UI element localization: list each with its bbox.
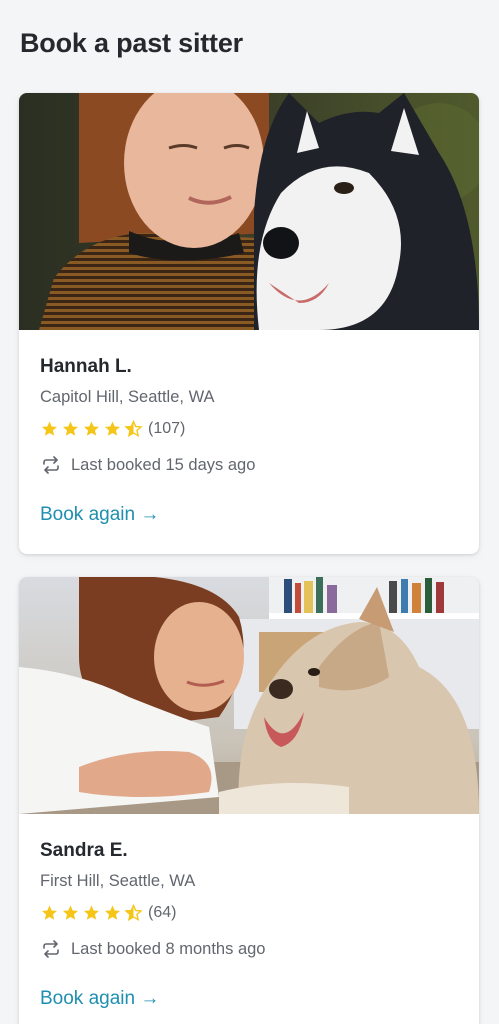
star-icon <box>42 905 57 920</box>
star-icon <box>63 905 78 920</box>
sitter-photo <box>19 93 479 330</box>
sitter-location: Capitol Hill, Seattle, WA <box>40 388 215 406</box>
book-again-link[interactable]: Book again → <box>40 988 159 1010</box>
sitter-card: Sandra E. First Hill, Seattle, WA (64) L… <box>19 577 479 1024</box>
last-booked: Last booked 8 months ago <box>40 939 458 959</box>
star-icon <box>105 421 120 436</box>
repeat-icon <box>40 940 62 958</box>
star-rating <box>40 420 143 438</box>
repeat-icon <box>40 456 62 474</box>
star-icon <box>84 421 99 436</box>
half-star-icon <box>124 904 143 922</box>
star-icon <box>84 905 99 920</box>
half-star-icon <box>124 420 143 438</box>
last-booked-text: Last booked 15 days ago <box>71 455 256 474</box>
sitter-name: Hannah L. <box>40 356 132 377</box>
star-rating <box>40 904 143 922</box>
star-icon <box>63 421 78 436</box>
book-again-link[interactable]: Book again → <box>40 504 159 526</box>
star-icon <box>105 905 120 920</box>
last-booked: Last booked 15 days ago <box>40 455 458 475</box>
sitter-card: Hannah L. Capitol Hill, Seattle, WA (107… <box>19 93 479 554</box>
page-title: Book a past sitter <box>20 28 243 58</box>
review-count: (107) <box>148 420 186 437</box>
star-icon <box>42 421 57 436</box>
last-booked-text: Last booked 8 months ago <box>71 939 266 958</box>
sitter-rating: (107) <box>40 420 458 438</box>
book-past-sitter-page: Book a past sitter Hannah L. Capitol Hil… <box>0 0 499 1024</box>
sitter-name: Sandra E. <box>40 840 128 861</box>
sitter-location: First Hill, Seattle, WA <box>40 872 196 890</box>
sitter-rating: (64) <box>40 904 458 922</box>
review-count: (64) <box>148 904 177 921</box>
sitter-photo <box>19 577 479 814</box>
